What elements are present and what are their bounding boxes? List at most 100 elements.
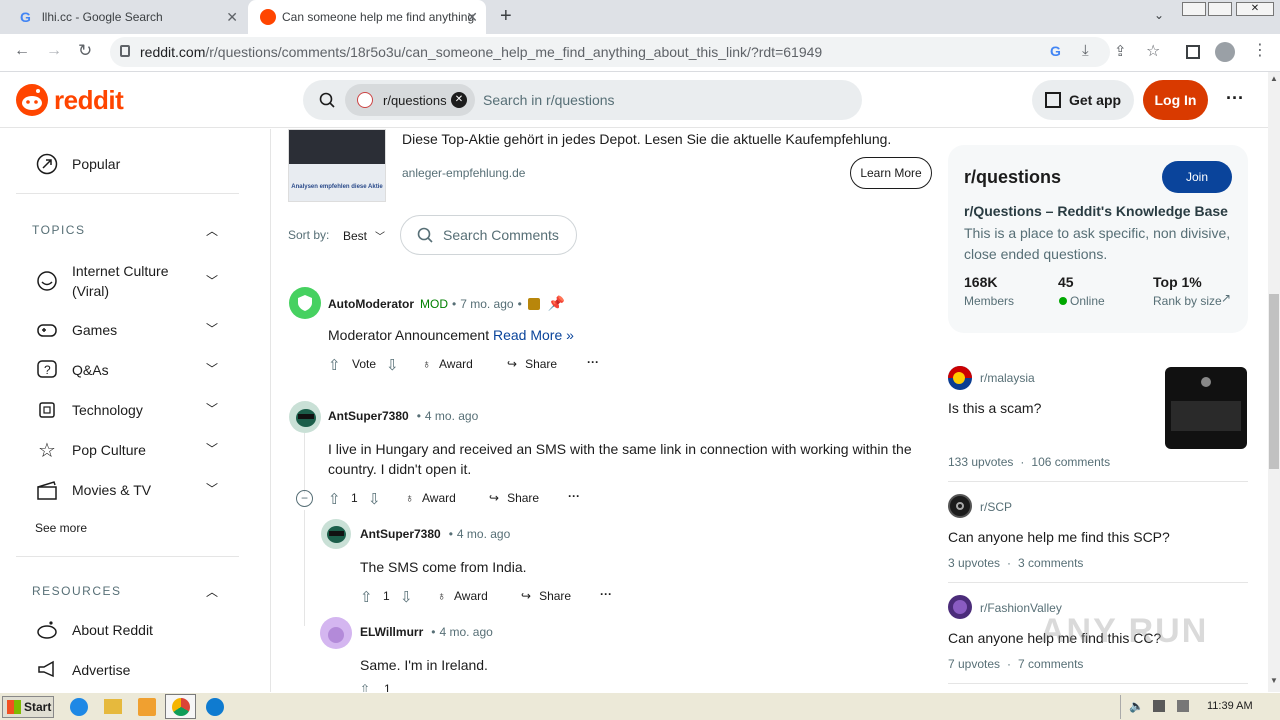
network-icon[interactable] <box>1153 700 1165 712</box>
reddit-logo[interactable]: reddit <box>16 84 124 116</box>
more-options-icon[interactable]: ··· <box>587 355 599 369</box>
upvote-icon[interactable]: ⇧ <box>360 684 370 692</box>
search-subreddit-chip[interactable]: r/questions ✕ <box>345 84 475 116</box>
chevron-up-icon[interactable]: ︿ <box>206 222 218 239</box>
chevron-down-icon[interactable]: ﹀ <box>206 440 218 457</box>
profile-avatar-icon[interactable] <box>1215 42 1235 62</box>
scroll-down-arrow-icon[interactable]: ▼ <box>1268 676 1280 688</box>
share-page-icon[interactable]: ⇪ <box>1114 42 1127 60</box>
browser-tab-google[interactable]: G llhi.cc - Google Search ✕ <box>8 0 246 34</box>
reload-icon[interactable]: ↻ <box>78 41 92 61</box>
chevron-up-icon[interactable]: ︿ <box>206 583 218 600</box>
avatar[interactable] <box>320 617 352 649</box>
related-post-title[interactable]: Is this a scam? <box>948 400 1041 416</box>
upvote-button[interactable]: ⇧ <box>328 356 345 374</box>
ad-thumbnail[interactable]: Analysen empfehlen diese Aktie <box>288 129 386 202</box>
page-scrollbar[interactable]: ▲ ▼ <box>1268 72 1280 692</box>
install-icon[interactable]: ⤓ <box>1082 42 1089 59</box>
learn-more-button[interactable]: Learn More <box>850 157 932 189</box>
more-options-icon[interactable]: ··· <box>568 489 580 503</box>
award-button[interactable]: ♁ Award <box>405 491 460 505</box>
login-button[interactable]: Log In <box>1143 80 1208 120</box>
subreddit-avatar[interactable] <box>948 494 972 518</box>
chevron-down-icon[interactable]: ﹀ <box>206 320 218 337</box>
window-close-icon[interactable]: ✕ <box>1236 2 1274 16</box>
community-name[interactable]: r/questions <box>964 167 1061 188</box>
tray-icon[interactable] <box>1177 700 1189 712</box>
search-input[interactable]: Search in r/questions <box>483 92 615 108</box>
sidebar-item-technology[interactable]: Technology <box>36 399 143 421</box>
comment-author[interactable]: AntSuper7380 <box>328 409 409 423</box>
bookmark-star-icon[interactable]: ☆ <box>1146 41 1160 61</box>
topics-heading[interactable]: TOPICS <box>32 223 85 237</box>
avatar[interactable] <box>289 401 321 433</box>
search-bar[interactable]: r/questions ✕ Search in r/questions <box>303 80 862 120</box>
get-app-button[interactable]: Get app <box>1032 80 1134 120</box>
join-button[interactable]: Join <box>1162 161 1232 193</box>
upvote-button[interactable]: ⇧ <box>360 588 377 606</box>
avatar[interactable] <box>289 287 321 319</box>
folder-icon[interactable] <box>104 699 122 714</box>
comment-author[interactable]: AntSuper7380 <box>360 527 441 541</box>
downvote-button[interactable]: ⇩ <box>368 490 385 508</box>
media-player-icon[interactable] <box>138 698 156 716</box>
resources-heading[interactable]: RESOURCES <box>32 584 122 598</box>
avatar[interactable] <box>321 519 351 549</box>
share-button[interactable]: ↪ Share <box>507 357 561 371</box>
sort-dropdown[interactable]: Best ﹀ <box>343 228 385 244</box>
scroll-up-arrow-icon[interactable]: ▲ <box>1268 74 1280 86</box>
browser-tab-reddit[interactable]: Can someone help me find anything ✕ <box>248 0 486 34</box>
google-lens-icon[interactable]: G <box>1050 43 1061 59</box>
chevron-down-icon[interactable]: ﹀ <box>206 480 218 497</box>
new-tab-icon[interactable]: + <box>500 5 512 28</box>
chevron-down-icon[interactable]: ﹀ <box>206 400 218 417</box>
more-options-icon[interactable]: ··· <box>600 587 612 601</box>
sidebar-item-games[interactable]: Games <box>36 319 117 341</box>
more-options-icon[interactable]: ··· <box>1226 88 1244 109</box>
chevron-down-icon[interactable]: ﹀ <box>206 360 218 377</box>
ad-text[interactable]: Diese Top-Aktie gehört in jedes Depot. L… <box>402 131 891 147</box>
sidebar-item-internet-culture[interactable]: Internet Culture (Viral) <box>36 261 182 301</box>
restore-icon[interactable] <box>1208 2 1232 16</box>
sidebar-item-advertise[interactable]: Advertise <box>36 659 130 681</box>
edge-icon[interactable] <box>206 698 224 716</box>
collapse-thread-icon[interactable]: − <box>296 490 313 507</box>
chrome-menu-icon[interactable]: ⋮ <box>1252 40 1268 60</box>
sidebar-item-popular[interactable]: Popular <box>36 153 120 175</box>
chrome-taskbar-button[interactable] <box>165 694 196 719</box>
search-comments-input[interactable]: Search Comments <box>400 215 577 255</box>
external-link-icon[interactable]: ↗ <box>1221 291 1231 305</box>
comment-author[interactable]: AutoModerator <box>328 297 414 311</box>
start-button[interactable]: Start <box>2 696 54 718</box>
downvote-button[interactable]: ⇩ <box>386 356 403 374</box>
ie-icon[interactable] <box>70 698 88 716</box>
subreddit-avatar[interactable] <box>948 595 972 619</box>
read-more-link[interactable]: Read More » <box>493 327 574 343</box>
comment-author[interactable]: ELWillmurr <box>360 625 423 639</box>
sidebar-item-qas[interactable]: ? Q&As <box>36 359 109 381</box>
subreddit-avatar[interactable] <box>948 366 972 390</box>
forward-arrow-icon[interactable]: → <box>46 42 62 60</box>
volume-icon[interactable]: 🔈 <box>1129 699 1144 713</box>
scrollbar-thumb[interactable] <box>1269 294 1279 469</box>
tab-close-icon[interactable]: ✕ <box>466 9 478 26</box>
see-more-link[interactable]: See more <box>35 521 87 535</box>
chevron-down-icon[interactable]: ﹀ <box>206 272 218 289</box>
minimize-icon[interactable] <box>1182 2 1206 16</box>
award-button[interactable]: ♁ Award <box>437 589 492 603</box>
sidebar-item-movies-tv[interactable]: Movies & TV <box>36 479 151 501</box>
chip-clear-icon[interactable]: ✕ <box>451 92 467 108</box>
downvote-button[interactable]: ⇩ <box>400 588 417 606</box>
side-panel-icon[interactable] <box>1186 45 1200 59</box>
address-bar[interactable]: reddit.com/r/questions/comments/18r5o3u/… <box>110 37 1110 67</box>
share-button[interactable]: ↪ Share <box>489 491 543 505</box>
award-button[interactable]: ♁ Award <box>422 357 477 371</box>
tab-close-icon[interactable]: ✕ <box>226 9 238 26</box>
sidebar-item-about-reddit[interactable]: About Reddit <box>36 619 153 641</box>
related-post-title[interactable]: Can anyone help me find this SCP? <box>948 529 1170 545</box>
share-button[interactable]: ↪ Share <box>521 589 575 603</box>
related-post-thumbnail[interactable] <box>1165 367 1247 449</box>
related-subreddit[interactable]: r/SCP <box>980 500 1012 514</box>
ad-domain[interactable]: anleger-empfehlung.de <box>402 166 525 180</box>
back-arrow-icon[interactable]: ← <box>14 42 30 60</box>
